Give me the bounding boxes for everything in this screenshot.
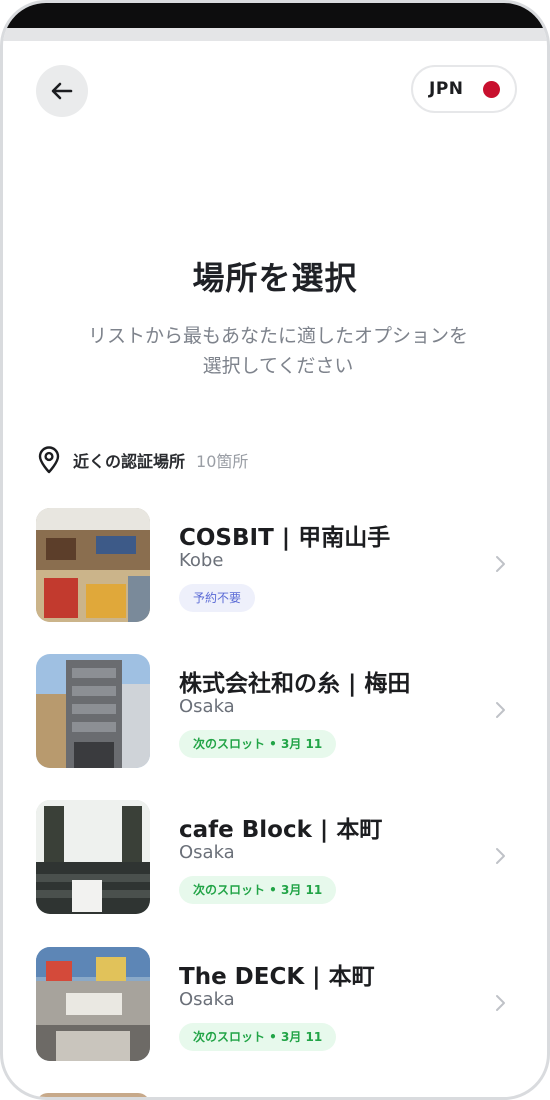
location-photo — [36, 947, 150, 1061]
location-city: Osaka — [179, 842, 235, 863]
location-card[interactable]: cafe Block | 本町 Osaka 次のスロット • 3月 11 — [3, 800, 547, 916]
status-bar-strip — [3, 28, 547, 41]
region-selector[interactable]: JPN — [411, 65, 517, 113]
availability-badge: 予約不要 — [179, 584, 256, 612]
location-card[interactable]: 株式会社和の糸 | 梅田 Osaka 次のスロット • 3月 11 — [3, 654, 547, 770]
location-card[interactable]: The DECK | 本町 Osaka 次のスロット • 3月 11 — [3, 947, 547, 1063]
chevron-right-icon — [496, 556, 505, 572]
chevron-right-icon — [496, 995, 505, 1011]
section-label: 近くの認証場所 — [73, 452, 186, 471]
phone-frame: JPN 場所を選択 リストから最もあなたに適したオプションを 選択してください … — [0, 0, 550, 1100]
section-header: 近くの認証場所 10箇所 — [37, 446, 248, 474]
location-city: Osaka — [179, 989, 235, 1010]
page-title: 場所を選択 — [192, 259, 358, 297]
availability-badge: 次のスロット • 3月 11 — [179, 730, 337, 758]
availability-badge: 次のスロット • 3月 11 — [179, 1023, 337, 1051]
next-location-photo-partial — [36, 1093, 150, 1097]
page-subtitle: リストから最もあなたに適したオプションを 選択してください — [58, 321, 498, 381]
arrow-left-icon — [51, 82, 73, 100]
section-count: 10箇所 — [196, 452, 249, 471]
location-name: 株式会社和の糸 | 梅田 — [179, 671, 411, 697]
region-code: JPN — [429, 79, 464, 99]
chevron-right-icon — [496, 848, 505, 864]
back-button[interactable] — [36, 65, 88, 117]
chevron-right-icon — [496, 702, 505, 718]
location-photo — [36, 508, 150, 622]
status-bar — [3, 3, 547, 28]
subtitle-line: 選択してください — [202, 355, 354, 377]
availability-badge: 次のスロット • 3月 11 — [179, 876, 337, 904]
subtitle-line: リストから最もあなたに適したオプションを — [87, 325, 468, 347]
location-card[interactable]: COSBIT | 甲南山手 Kobe 予約不要 — [3, 508, 547, 624]
location-name: COSBIT | 甲南山手 — [179, 525, 391, 551]
location-city: Kobe — [179, 550, 224, 571]
location-photo — [36, 800, 150, 914]
location-pin-icon — [38, 446, 60, 474]
japan-flag-icon — [482, 80, 500, 98]
location-city: Osaka — [179, 696, 235, 717]
location-name: The DECK | 本町 — [179, 964, 375, 990]
location-name: cafe Block | 本町 — [179, 817, 383, 843]
location-photo — [36, 654, 150, 768]
